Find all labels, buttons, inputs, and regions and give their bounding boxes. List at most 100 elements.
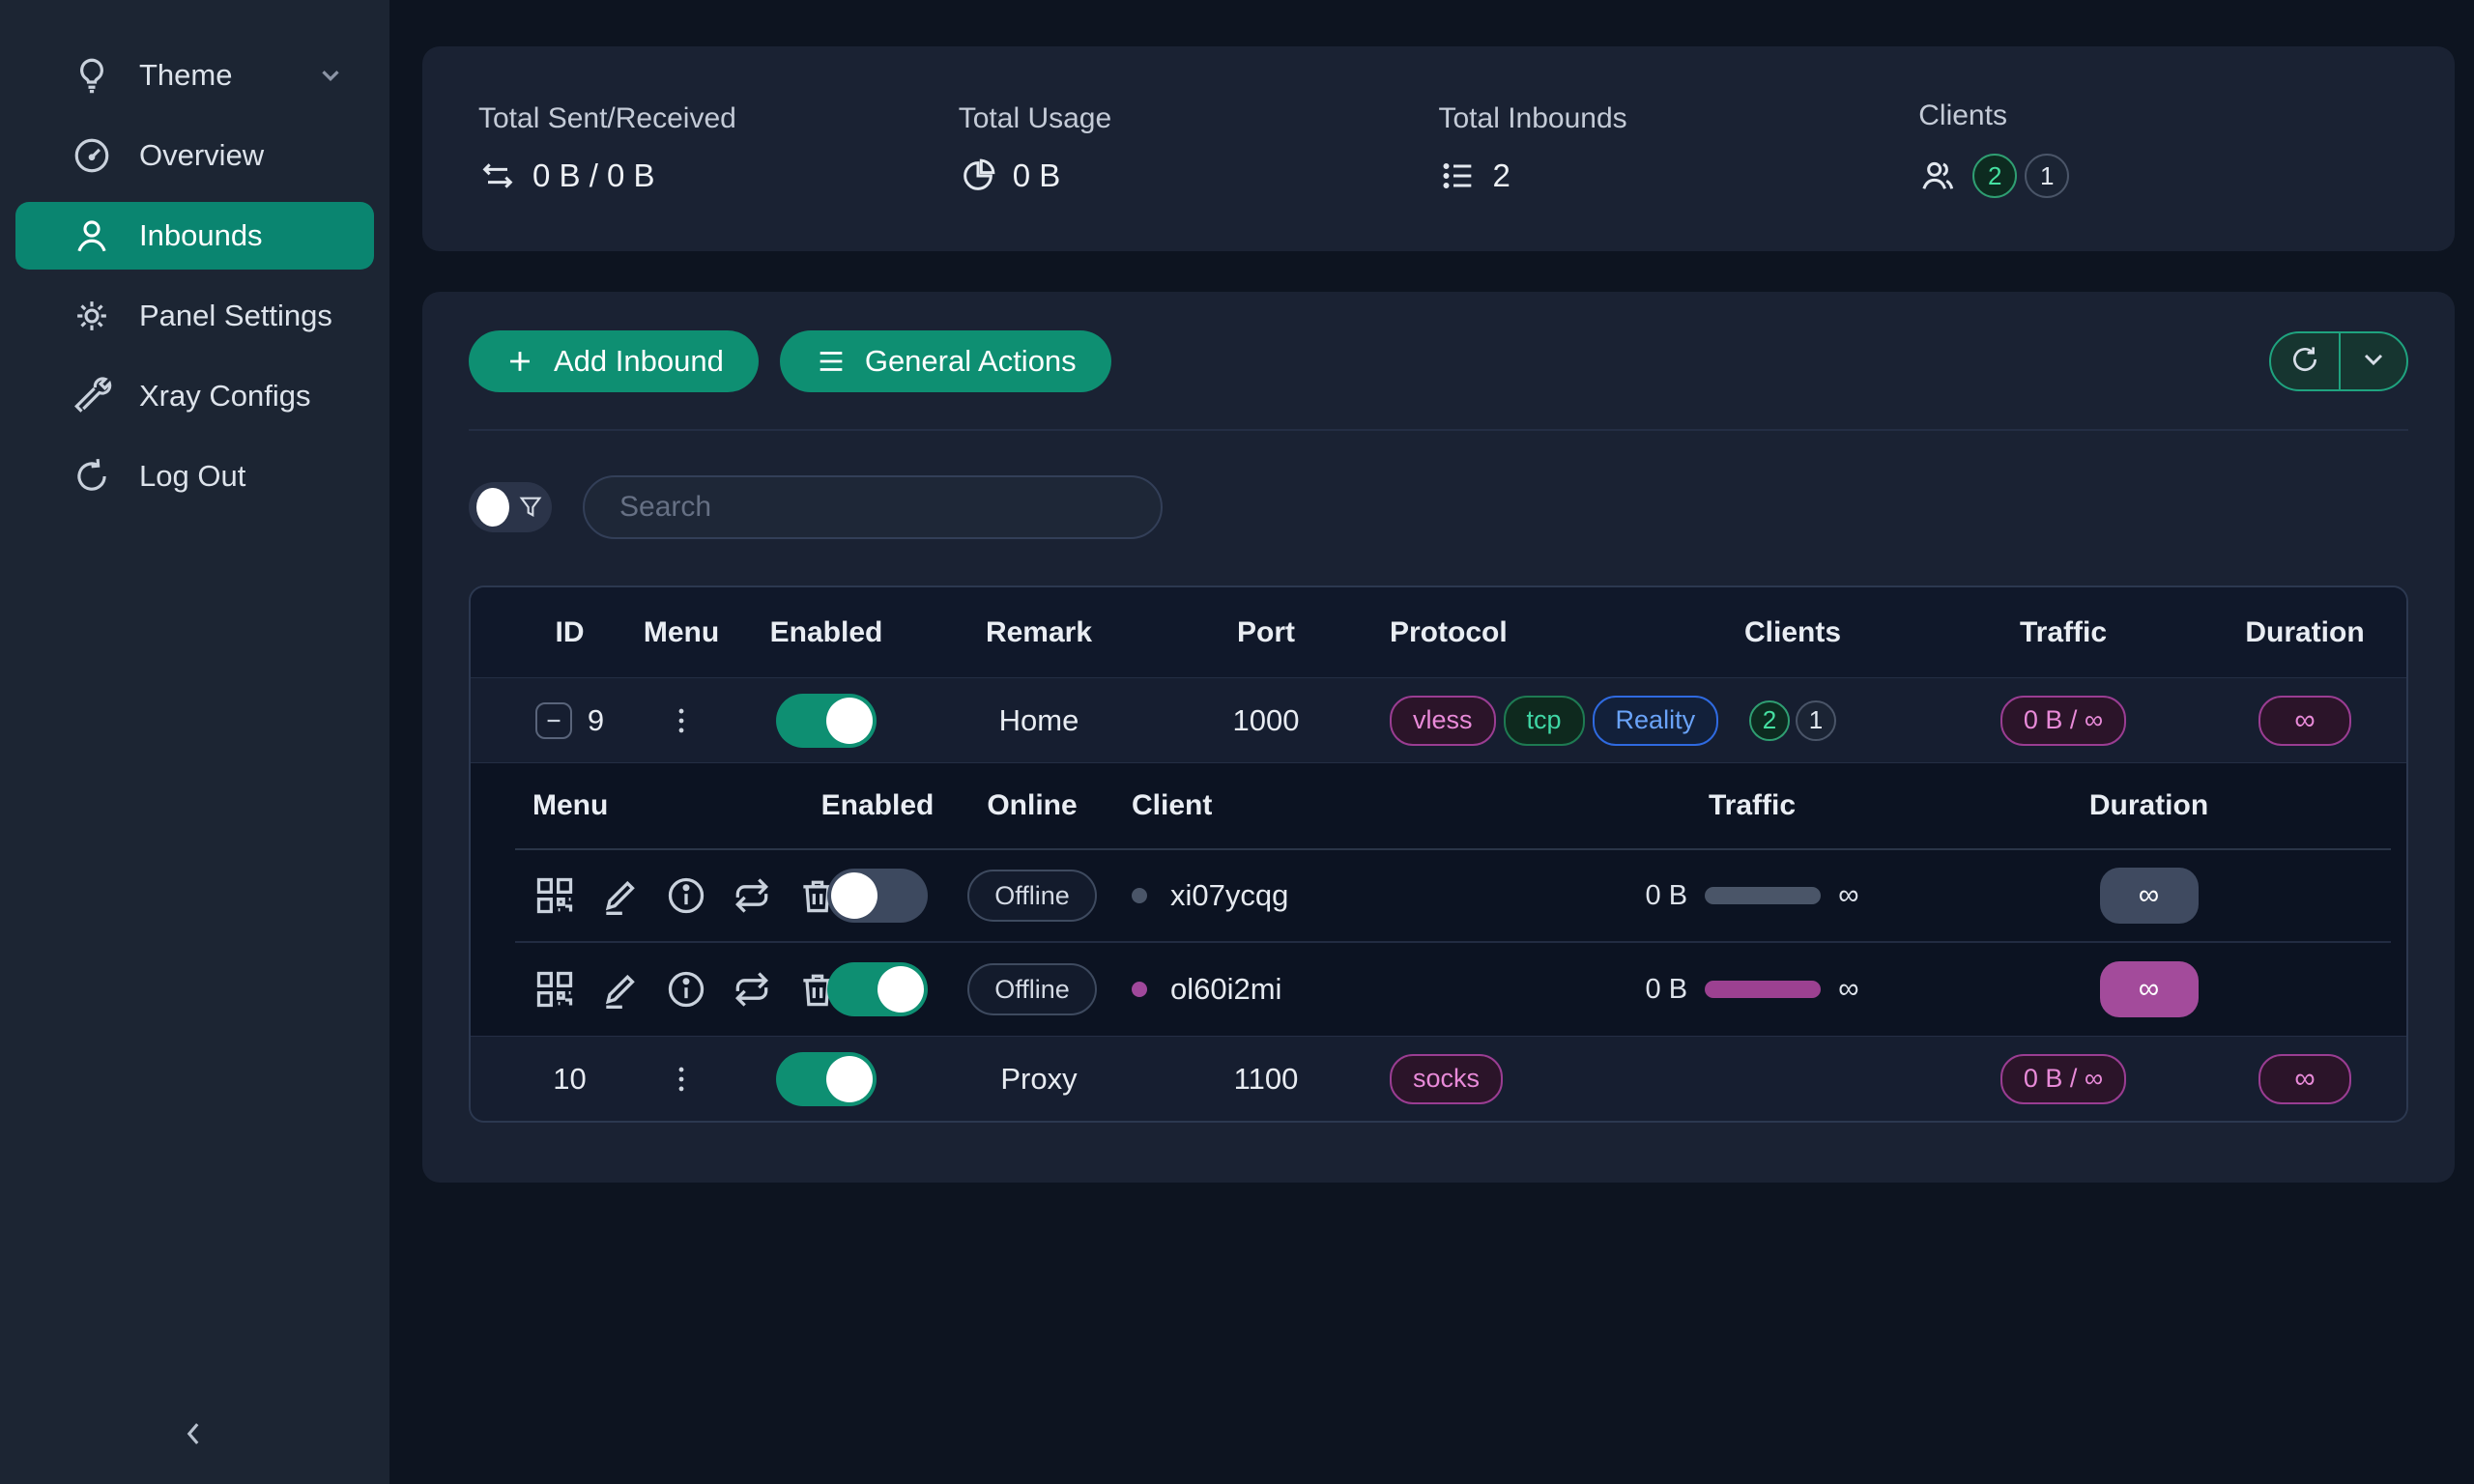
- sidebar-item-log-out[interactable]: Log Out: [15, 442, 374, 510]
- general-actions-button[interactable]: General Actions: [780, 330, 1111, 392]
- inbound-enabled-toggle[interactable]: [776, 1052, 877, 1106]
- edit-button[interactable]: [598, 967, 643, 1012]
- stat-label: Total Inbounds: [1439, 102, 1919, 135]
- filter-toggle-knob: [476, 488, 509, 527]
- chevron-left-icon: [177, 1417, 210, 1455]
- header-enabled: Enabled: [734, 616, 918, 649]
- header-port: Port: [1160, 616, 1372, 649]
- client-header-duration: Duration: [1907, 789, 2391, 822]
- inbound-id: 9: [588, 703, 604, 738]
- inbound-duration-badge: ∞: [2258, 1054, 2351, 1104]
- tools-icon: [72, 376, 112, 416]
- stat-clients: Clients 2 1: [1918, 100, 2399, 198]
- clients-online-badge: 2: [1972, 154, 2017, 198]
- stat-value: 2: [1493, 157, 1510, 194]
- refresh-button[interactable]: [2271, 333, 2339, 389]
- logout-icon: [72, 456, 112, 497]
- client-color-dot: [1132, 888, 1147, 903]
- inbound-enabled-toggle[interactable]: [776, 694, 877, 748]
- client-traffic-used: 0 B: [1646, 880, 1688, 912]
- filter-icon: [517, 494, 544, 521]
- client-enabled-toggle[interactable]: [827, 962, 928, 1016]
- inbound-remark: Proxy: [918, 1062, 1160, 1097]
- row-menu-button[interactable]: [660, 699, 703, 742]
- reset-traffic-button[interactable]: [730, 967, 774, 1012]
- refresh-options-button[interactable]: [2339, 333, 2406, 389]
- stat-total-usage: Total Usage 0 B: [959, 102, 1439, 195]
- stat-label: Total Sent/Received: [478, 102, 959, 135]
- clients-total-badge: 1: [2025, 154, 2069, 198]
- header-duration: Duration: [2203, 616, 2406, 649]
- qr-code-button[interactable]: [532, 967, 577, 1012]
- qr-code-button[interactable]: [532, 873, 577, 918]
- sidebar: Theme Overview Inbounds Panel Settings: [0, 0, 389, 1484]
- client-traffic-used: 0 B: [1646, 974, 1688, 1006]
- pie-chart-icon: [959, 157, 997, 195]
- client-traffic-bar: [1705, 887, 1821, 904]
- client-name: ol60i2mi: [1170, 972, 1281, 1007]
- client-header-enabled: Enabled: [805, 789, 950, 822]
- inbound-port: 1000: [1160, 703, 1372, 738]
- protocol-badge: socks: [1390, 1054, 1503, 1104]
- sidebar-item-label: Inbounds: [139, 218, 263, 253]
- sidebar-item-label: Overview: [139, 138, 264, 173]
- client-color-dot: [1132, 982, 1147, 997]
- client-row: Offline ol60i2mi 0 B ∞: [515, 943, 2391, 1036]
- sidebar-item-xray-configs[interactable]: Xray Configs: [15, 362, 374, 430]
- protocol-badge: vless: [1390, 696, 1496, 746]
- inbound-duration-badge: ∞: [2258, 696, 2351, 746]
- filter-toggle[interactable]: [469, 482, 552, 532]
- client-duration-badge: ∞: [2100, 868, 2199, 924]
- refresh-split-button: [2269, 331, 2408, 391]
- sidebar-item-label: Log Out: [139, 459, 245, 494]
- header-protocol: Protocol: [1372, 616, 1662, 649]
- reset-traffic-button[interactable]: [730, 873, 774, 918]
- sidebar-item-panel-settings[interactable]: Panel Settings: [15, 282, 374, 350]
- sidebar-item-inbounds[interactable]: Inbounds: [15, 202, 374, 270]
- clients-subtable: Menu Enabled Online Client Traffic Durat…: [471, 762, 2406, 1036]
- sidebar-item-label: Theme: [139, 58, 232, 93]
- search-row: [469, 475, 2408, 539]
- inbound-row: 9 Home 1000 vless: [471, 677, 2406, 762]
- inbound-traffic-badge: 0 B / ∞: [2000, 1054, 2126, 1104]
- general-actions-label: General Actions: [865, 344, 1077, 379]
- users-icon: [1918, 157, 1957, 195]
- app-root: Theme Overview Inbounds Panel Settings: [0, 0, 2474, 1484]
- inbounds-table: ID Menu Enabled Remark Port Protocol Cli…: [469, 585, 2408, 1123]
- stat-total-inbounds: Total Inbounds 2: [1439, 102, 1919, 195]
- header-remark: Remark: [918, 616, 1160, 649]
- inbound-row: 10 Proxy 1100 socks: [471, 1036, 2406, 1121]
- client-online-status: Offline: [967, 870, 1097, 922]
- arrows-swap-icon: [478, 157, 517, 195]
- client-header-traffic: Traffic: [1597, 789, 1907, 822]
- inbound-port: 1100: [1160, 1062, 1372, 1097]
- chevron-down-icon: [316, 61, 345, 90]
- collapse-row-button[interactable]: [535, 702, 572, 739]
- sidebar-item-label: Panel Settings: [139, 299, 332, 333]
- gauge-icon: [72, 135, 112, 176]
- client-name: xi07ycqg: [1170, 878, 1288, 913]
- client-traffic-limit: ∞: [1838, 879, 1858, 912]
- search-input[interactable]: [583, 475, 1163, 539]
- sidebar-collapse-button[interactable]: [162, 1405, 224, 1467]
- clients-subtable-header: Menu Enabled Online Client Traffic Durat…: [515, 763, 2391, 850]
- stat-value: 0 B: [1013, 157, 1061, 194]
- user-icon: [72, 215, 112, 256]
- row-menu-button[interactable]: [660, 1058, 703, 1100]
- add-inbound-button[interactable]: Add Inbound: [469, 330, 759, 392]
- stat-total-sent-received: Total Sent/Received 0 B / 0 B: [478, 102, 959, 195]
- stat-value: 0 B / 0 B: [532, 157, 655, 194]
- inbound-id: 10: [553, 1062, 586, 1097]
- client-header-menu: Menu: [515, 789, 805, 822]
- list-icon: [1439, 157, 1478, 195]
- sidebar-item-theme[interactable]: Theme: [15, 42, 374, 109]
- sidebar-item-overview[interactable]: Overview: [15, 122, 374, 189]
- info-button[interactable]: [664, 967, 708, 1012]
- edit-button[interactable]: [598, 873, 643, 918]
- client-row: Offline xi07ycqg 0 B ∞: [515, 850, 2391, 943]
- gear-icon: [72, 296, 112, 336]
- stat-label: Clients: [1918, 100, 2399, 132]
- info-button[interactable]: [664, 873, 708, 918]
- client-enabled-toggle[interactable]: [827, 869, 928, 923]
- chevron-down-icon: [2358, 344, 2389, 380]
